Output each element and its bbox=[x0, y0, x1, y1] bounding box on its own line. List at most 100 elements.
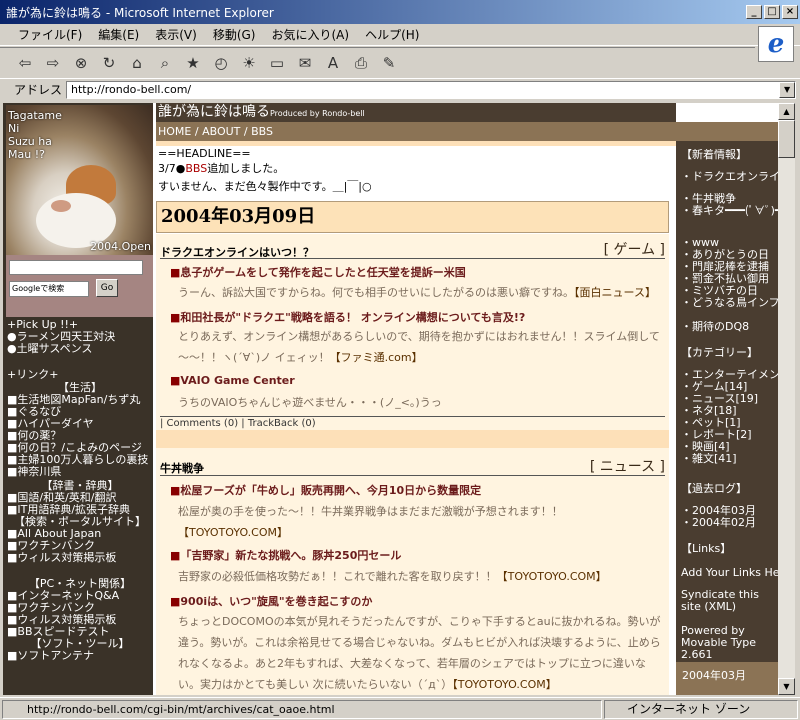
news-item-title[interactable]: ■「吉野家」新たな挑戦へ。豚丼250円セール bbox=[170, 547, 401, 563]
recent-entry-link[interactable]: ・どうなる鳥インフルエンザ bbox=[681, 297, 778, 309]
recent-entry-link[interactable]: ・www bbox=[681, 237, 778, 249]
recent-entry-link[interactable]: ・期待のDQ8 bbox=[681, 321, 778, 333]
menu-go[interactable]: 移動(G) bbox=[213, 26, 256, 43]
category-link[interactable]: ・エンターテイメント bbox=[681, 369, 778, 381]
pickup-heading: +Pick Up !!+ bbox=[7, 319, 79, 331]
link-item[interactable]: ■ぐるなび bbox=[7, 406, 153, 418]
link-item[interactable]: ■主婦100万人暮らしの裏技 bbox=[7, 454, 153, 466]
news-item-title[interactable]: ■VAIO Game Center bbox=[170, 374, 295, 387]
link-item[interactable]: ■All About Japan bbox=[7, 528, 153, 540]
menu-view[interactable]: 表示(V) bbox=[155, 26, 197, 43]
close-button[interactable]: × bbox=[782, 5, 798, 19]
vertical-scrollbar[interactable]: ▲ ▼ bbox=[778, 103, 795, 695]
link-item[interactable]: ■IT用語辞典/拡張子辞典 bbox=[7, 504, 153, 516]
left-sidebar: Tagatame Ni Suzu ha Mau !? 2004.Open Goo… bbox=[3, 103, 153, 695]
google-search-select[interactable]: Googleで検索 bbox=[9, 281, 89, 297]
link-item[interactable]: ■インターネットQ&A bbox=[7, 590, 153, 602]
menu-edit[interactable]: 編集(E) bbox=[98, 26, 139, 43]
photo-year: 2004.Open bbox=[90, 240, 151, 253]
back-icon[interactable]: ⇦ bbox=[14, 52, 36, 74]
bbs-link[interactable]: BBS bbox=[185, 162, 207, 175]
scroll-down-icon[interactable]: ▼ bbox=[778, 678, 795, 695]
soft-heading: 【ソフト・ツール】 bbox=[30, 638, 130, 650]
link-item[interactable]: ■国語/和英/英和/翻訳 bbox=[7, 492, 153, 504]
recent-entry-link[interactable]: ・牛丼戦争 bbox=[681, 193, 778, 205]
category-link[interactable]: ・ニュース[19] bbox=[681, 393, 778, 405]
link-item[interactable]: ■ウィルス対策掲示板 bbox=[7, 614, 153, 626]
category-link[interactable]: ・映画[4] bbox=[681, 441, 778, 453]
category-link[interactable]: ・レポート[2] bbox=[681, 429, 778, 441]
category-link[interactable]: ・ゲーム[14] bbox=[681, 381, 778, 393]
archive-link[interactable]: ・2004年02月 bbox=[681, 517, 778, 529]
history-icon[interactable]: ◴ bbox=[210, 52, 232, 74]
fullscreen-icon[interactable]: ▭ bbox=[266, 52, 288, 74]
links-heading: +リンク+ bbox=[7, 369, 59, 381]
article-category[interactable]: [ ゲーム ] bbox=[604, 239, 665, 259]
add-links-link[interactable]: Add Your Links Here bbox=[681, 567, 778, 579]
link-item[interactable]: ■神奈川県 bbox=[7, 466, 153, 478]
recent-entry-link[interactable]: ・ミツバチの日 bbox=[681, 285, 778, 297]
favorites-icon[interactable]: ★ bbox=[182, 52, 204, 74]
recent-entry-link[interactable]: ・門扉泥棒を逮捕 bbox=[681, 261, 778, 273]
address-dropdown-icon[interactable]: ▼ bbox=[779, 81, 796, 98]
link-item[interactable]: ■ハイパーダイヤ bbox=[7, 418, 153, 430]
stop-icon[interactable]: ⊗ bbox=[70, 52, 92, 74]
google-search-input[interactable] bbox=[9, 260, 143, 275]
window-titlebar: 誰が為に鈴は鳴る - Microsoft Internet Explorer _… bbox=[0, 0, 800, 24]
photo-caption: Tagatame Ni Suzu ha Mau !? bbox=[8, 109, 62, 161]
news-item-title[interactable]: ■和田社長が"ドラクエ"戦略を語る！ オンライン構想についても言及!? bbox=[170, 309, 525, 325]
recent-entry-link[interactable]: ・春キタ━━━(ﾟ∀ﾟ)━━━ bbox=[681, 205, 778, 217]
font-icon[interactable]: A bbox=[322, 52, 344, 74]
link-item[interactable]: ■BBスピードテスト bbox=[7, 626, 153, 638]
news-item-body: うーん、訴訟大国ですからね。何でも相手のせいにしたがるのは悪い癖ですね。【面白ニ… bbox=[178, 286, 656, 299]
pickup-link[interactable]: ●土曜サスペンス bbox=[7, 343, 153, 355]
news-item-title[interactable]: ■松屋フーズが「牛めし」販売再開へ、今月10日から数量限定 bbox=[170, 482, 481, 498]
page-viewport: Tagatame Ni Suzu ha Mau !? 2004.Open Goo… bbox=[3, 103, 778, 695]
edit-icon[interactable]: ✎ bbox=[378, 52, 400, 74]
link-item[interactable]: ■生活地図MapFan/ちず丸 bbox=[7, 394, 153, 406]
ie-logo-icon: e bbox=[758, 26, 794, 62]
search-icon[interactable]: ⌕ bbox=[154, 52, 176, 74]
news-item-title[interactable]: ■900iは、いつ"旋風"を巻き起こすのか bbox=[170, 593, 372, 609]
home-icon[interactable]: ⌂ bbox=[126, 52, 148, 74]
article: ドラクエオンラインはいつ！？ [ ゲーム ] ■息子がゲームをして発作を起こした… bbox=[156, 234, 669, 430]
print-icon[interactable]: ⎙ bbox=[350, 52, 372, 74]
divider bbox=[156, 430, 669, 448]
syndicate-link[interactable]: Syndicate this site (XML) bbox=[681, 589, 778, 613]
comments-link[interactable]: | Comments (0) | TrackBack (0) bbox=[160, 418, 316, 429]
dict-heading: 【辞書・辞典】 bbox=[41, 480, 119, 492]
recent-entry-link[interactable]: ・ドラクエオンラインはいつ！？ bbox=[681, 171, 778, 183]
pickup-link[interactable]: ●ラーメン四天王対決 bbox=[7, 331, 153, 343]
forward-icon[interactable]: ⇨ bbox=[42, 52, 64, 74]
minimize-button[interactable]: _ bbox=[746, 5, 762, 19]
category-link[interactable]: ・ネタ[18] bbox=[681, 405, 778, 417]
address-input[interactable]: http://rondo-bell.com/ ▼ bbox=[66, 80, 797, 99]
status-url: http://rondo-bell.com/cgi-bin/mt/archive… bbox=[2, 699, 602, 719]
menu-help[interactable]: ヘルプ(H) bbox=[365, 26, 419, 43]
mail-icon[interactable]: ✉ bbox=[294, 52, 316, 74]
site-nav[interactable]: HOME / ABOUT / BBS bbox=[156, 122, 778, 141]
category-link[interactable]: ・雑文[41] bbox=[681, 453, 778, 465]
recent-entry-link[interactable]: ・罰金不払い御用 bbox=[681, 273, 778, 285]
article-title[interactable]: 牛丼戦争 bbox=[160, 460, 204, 476]
link-item[interactable]: ■ワクチンバンク bbox=[7, 602, 153, 614]
link-item[interactable]: ■ワクチンバンク bbox=[7, 540, 153, 552]
menu-file[interactable]: ファイル(F) bbox=[18, 26, 82, 43]
link-item[interactable]: ■何の日？/こよみのページ bbox=[7, 442, 153, 454]
category-link[interactable]: ・ペット[1] bbox=[681, 417, 778, 429]
article-category[interactable]: [ ニュース ] bbox=[590, 456, 665, 476]
google-go-button[interactable]: Go bbox=[96, 279, 118, 297]
maximize-button[interactable]: □ bbox=[764, 5, 780, 19]
powered-by-link[interactable]: Powered by Movable Type 2.661 bbox=[681, 625, 778, 661]
refresh-icon[interactable]: ↻ bbox=[98, 52, 120, 74]
news-item-title[interactable]: ■息子がゲームをして発作を起こしたと任天堂を提訴ー米国 bbox=[170, 264, 466, 280]
channels-icon[interactable]: ☀ bbox=[238, 52, 260, 74]
recent-entry-link[interactable]: ・ありがとうの日 bbox=[681, 249, 778, 261]
link-item[interactable]: ■ソフトアンテナ bbox=[7, 650, 153, 662]
scroll-thumb[interactable] bbox=[778, 120, 795, 158]
scroll-up-icon[interactable]: ▲ bbox=[778, 103, 795, 120]
link-item[interactable]: ■何の薬？ bbox=[7, 430, 153, 442]
archive-link[interactable]: ・2004年03月 bbox=[681, 505, 778, 517]
menu-favorites[interactable]: お気に入り(A) bbox=[271, 26, 349, 43]
link-item[interactable]: ■ウィルス対策掲示板 bbox=[7, 552, 153, 564]
